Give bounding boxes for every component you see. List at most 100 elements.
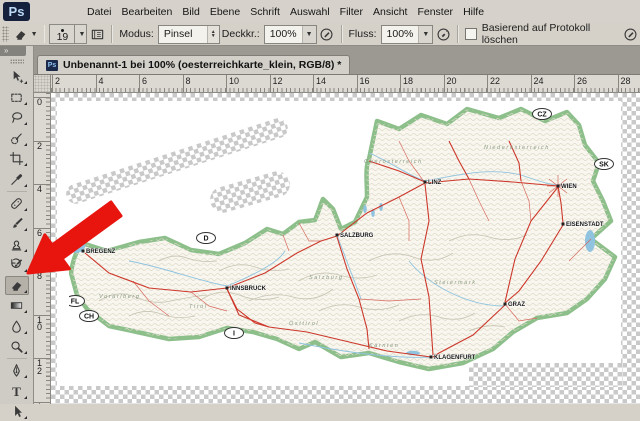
chevron-down-icon: ▼ <box>78 31 85 38</box>
svg-text:Niederösterreich: Niederösterreich <box>484 145 550 151</box>
mode-label: Modus: <box>119 28 153 40</box>
history-brush-tool[interactable] <box>5 255 29 274</box>
marquee-tool[interactable] <box>5 88 29 107</box>
brush-preview: 19 <box>50 27 74 41</box>
tools-list: T <box>0 67 33 421</box>
menu-auswahl[interactable]: Auswahl <box>285 2 335 22</box>
svg-text:SALZBURG: SALZBURG <box>340 233 374 239</box>
document-tab[interactable]: Ps Unbenannt-1 bei 100% (oesterreichkart… <box>37 55 350 74</box>
document-title: Unbenannt-1 bei 100% (oesterreichkarte_k… <box>63 59 341 71</box>
quick-selection-tool[interactable] <box>5 129 29 148</box>
document-area: Ps Unbenannt-1 bei 100% (oesterreichkart… <box>34 46 640 404</box>
brush-size-picker[interactable]: 19 ▼ <box>49 24 87 44</box>
menu-datei[interactable]: Datei <box>82 2 117 22</box>
crop-tool[interactable] <box>5 149 29 168</box>
divider <box>341 25 343 43</box>
svg-text:GRAZ: GRAZ <box>508 302 525 308</box>
ruler-number: 4 <box>99 76 104 86</box>
opacity-pressure-button[interactable] <box>317 25 337 43</box>
svg-text:Steiermark: Steiermark <box>434 280 477 286</box>
ruler-number: 6 <box>142 76 147 86</box>
airbrush-button[interactable] <box>433 25 453 43</box>
panel-grip-handle[interactable] <box>10 59 24 64</box>
brush-size-value: 19 <box>50 33 74 41</box>
pen-pressure-icon <box>319 26 335 42</box>
psd-file-icon: Ps <box>46 60 58 71</box>
ruler-number: 18 <box>403 76 413 86</box>
svg-text:T: T <box>12 384 21 399</box>
ruler-number: 2 <box>55 76 60 86</box>
workspace: » T Ps Unbenannt-1 bei 100% (oesterreich… <box>0 46 640 404</box>
eraser-icon <box>13 26 29 42</box>
ruler-number: 10 <box>229 76 239 86</box>
opacity-select[interactable]: 100% ▼ <box>264 25 317 44</box>
divider <box>457 25 459 43</box>
menu-items: DateiBearbeitenBildEbeneSchriftAuswahlFi… <box>82 2 489 22</box>
photoshop-logo: Ps <box>3 2 30 21</box>
opacity-value: 100% <box>265 28 302 40</box>
divider <box>44 25 46 43</box>
ruler-number: 16 <box>360 76 370 86</box>
vertical-ruler[interactable]: 02468101214 <box>34 93 51 404</box>
flow-select[interactable]: 100% ▼ <box>381 25 434 44</box>
horizontal-ruler[interactable]: 246810121416182022242628 <box>51 75 640 93</box>
lasso-tool[interactable] <box>5 108 29 127</box>
opacity-label: Deckkr.: <box>222 28 260 40</box>
brush-size-dropdown[interactable]: ▼ <box>74 25 86 43</box>
tool-preset-button[interactable]: ▼ <box>11 25 40 43</box>
photoshop-window: { "menu_bar": { "logo": "Ps", "items": [… <box>0 0 640 404</box>
svg-text:WIEN: WIEN <box>561 184 577 190</box>
ruler-origin-corner[interactable] <box>34 75 51 93</box>
ruler-number: 26 <box>577 76 587 86</box>
erase-history-checkbox[interactable] <box>465 28 476 40</box>
divider <box>111 25 113 43</box>
menu-schrift[interactable]: Schrift <box>245 2 285 22</box>
eyedropper-tool[interactable] <box>5 170 29 189</box>
flow-label: Fluss: <box>349 28 377 40</box>
erase-history-label: Basierend auf Protokoll löschen <box>482 22 620 46</box>
flow-value: 100% <box>382 28 419 40</box>
pen-tool[interactable] <box>5 361 29 380</box>
menu-fenster[interactable]: Fenster <box>412 2 458 22</box>
ruler-number: 4 <box>37 186 42 194</box>
collapse-panel-button[interactable]: » <box>0 46 26 56</box>
options-grip-handle[interactable] <box>2 26 9 42</box>
ruler-number: 0 <box>37 99 42 107</box>
chevron-down-icon: ▼ <box>302 26 316 43</box>
ruler-number: 28 <box>621 76 631 86</box>
menu-filter[interactable]: Filter <box>335 2 368 22</box>
mode-select[interactable]: Pinsel ▲▼ <box>158 25 220 44</box>
ruler-number: 10 <box>37 317 42 332</box>
ruler-number: 8 <box>186 76 191 86</box>
ruler-number: 14 <box>316 76 326 86</box>
gradient-tool[interactable] <box>5 296 29 315</box>
tools-panel: » T <box>0 46 34 404</box>
clone-stamp-tool[interactable] <box>5 235 29 254</box>
menu-ebene[interactable]: Ebene <box>205 2 245 22</box>
eraser-tool[interactable] <box>5 276 29 295</box>
canvas[interactable]: VorarlbergTirolSalzburgOberösterreichNie… <box>51 93 640 404</box>
content-row: 02468101214 VorarlbergTirolSalzburgOberö… <box>34 93 640 404</box>
svg-text:Kärnten: Kärnten <box>369 343 399 349</box>
type-tool[interactable]: T <box>5 382 29 401</box>
menu-hilfe[interactable]: Hilfe <box>458 2 489 22</box>
menu-bearbeiten[interactable]: Bearbeiten <box>117 2 178 22</box>
toggle-brush-panel-button[interactable] <box>87 25 107 43</box>
path-selection-tool[interactable] <box>5 402 29 421</box>
svg-text:LINZ: LINZ <box>428 180 442 186</box>
brush-tool[interactable] <box>5 214 29 233</box>
chevron-down-icon: ▼ <box>418 26 432 43</box>
move-tool[interactable] <box>5 67 29 86</box>
size-pressure-button[interactable] <box>620 25 640 43</box>
svg-text:FL: FL <box>71 298 80 305</box>
menu-ansicht[interactable]: Ansicht <box>368 2 412 22</box>
dodge-tool[interactable] <box>5 337 29 356</box>
menu-bild[interactable]: Bild <box>177 2 205 22</box>
svg-text:Salzburg: Salzburg <box>309 275 344 281</box>
spot-healing-tool[interactable] <box>5 194 29 213</box>
brush-panel-icon <box>89 26 105 42</box>
svg-text:CZ: CZ <box>537 111 547 118</box>
svg-text:D: D <box>203 235 208 242</box>
austria-map: VorarlbergTirolSalzburgOberösterreichNie… <box>69 101 621 381</box>
blur-tool[interactable] <box>5 317 29 336</box>
